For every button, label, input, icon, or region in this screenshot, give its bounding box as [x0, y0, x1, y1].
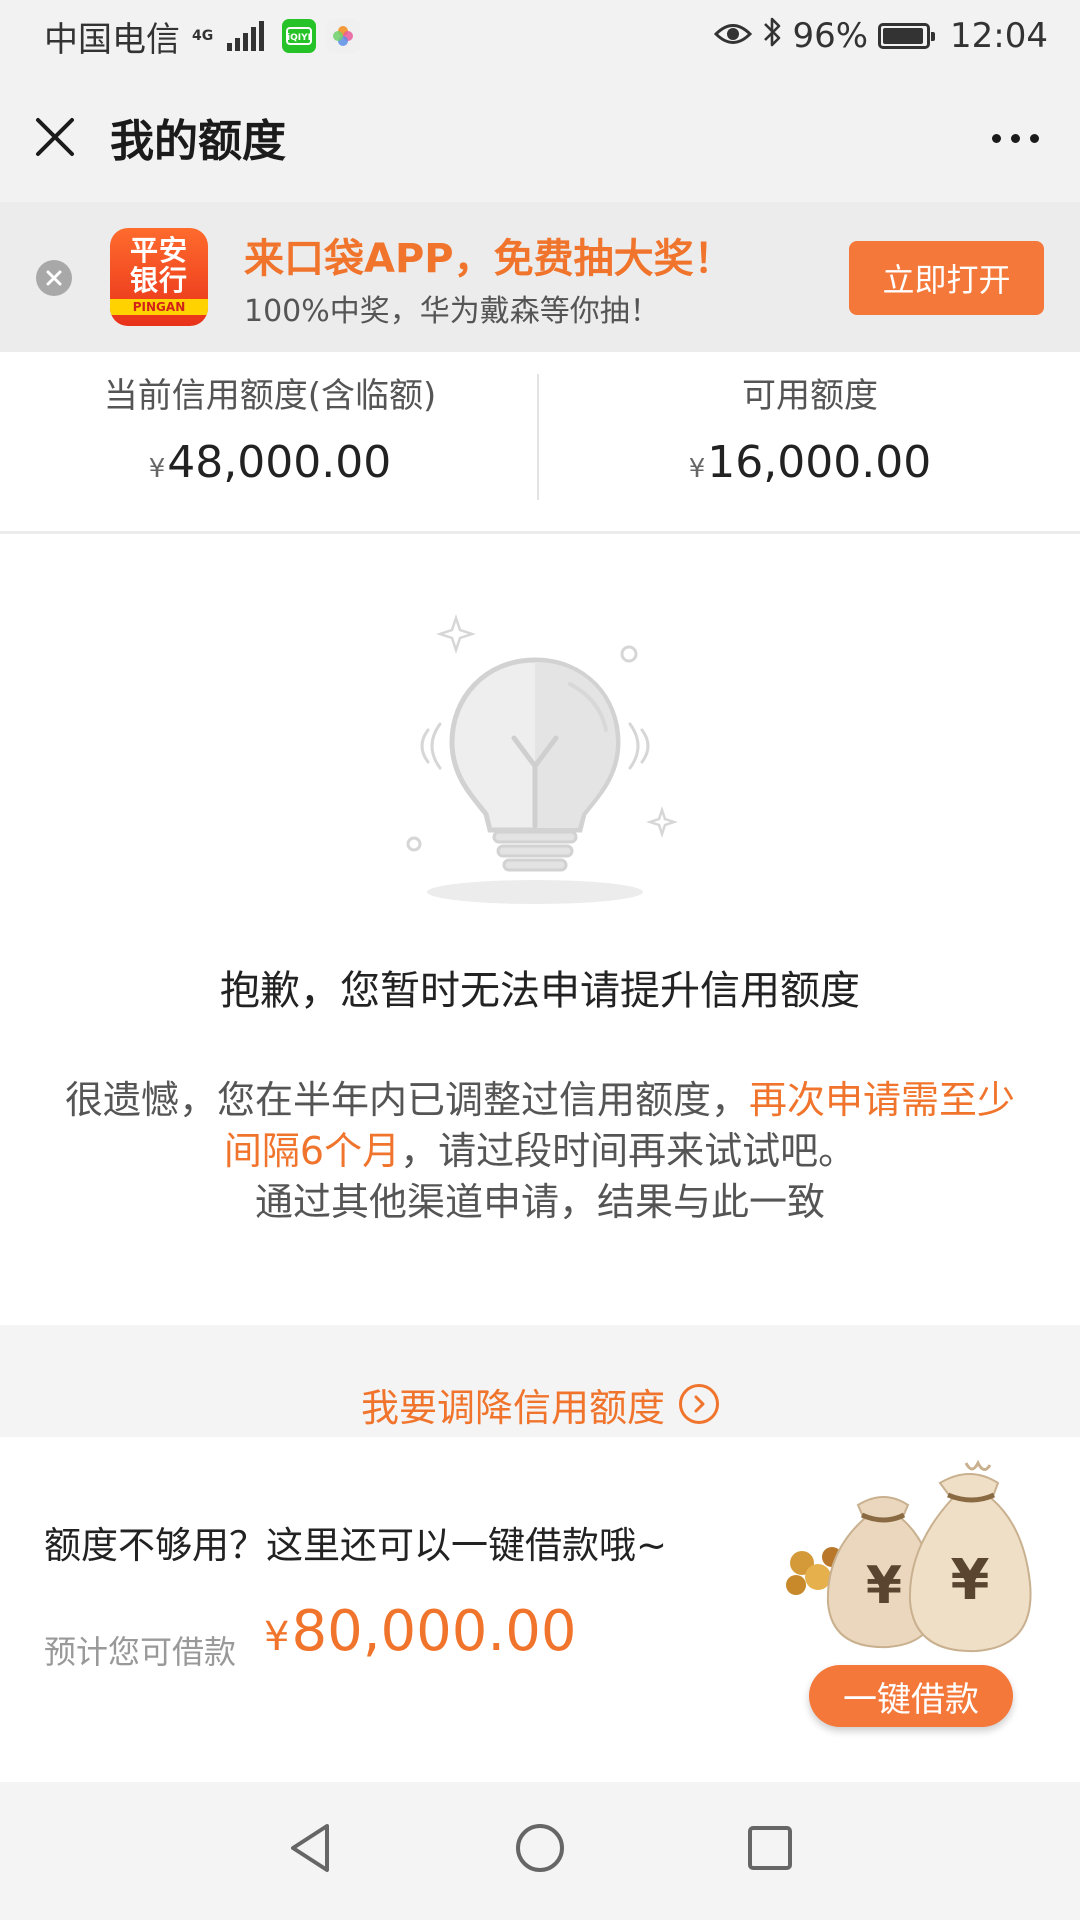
svg-text:¥: ¥	[951, 1548, 990, 1613]
eye-icon	[714, 16, 753, 56]
svg-text:iQIYI: iQIYI	[287, 33, 311, 43]
notice-title: 抱歉，您暂时无法申请提升信用额度	[220, 968, 860, 1014]
loan-question: 额度不够用？这里还可以一键借款哦~	[44, 1524, 668, 1567]
pingan-bank-logo: 平安 银行 PINGAN	[110, 228, 208, 326]
page-title: 我的额度	[110, 116, 286, 167]
recents-icon	[748, 1826, 792, 1870]
back-button[interactable]	[280, 1818, 340, 1878]
bluetooth-icon	[762, 15, 782, 58]
close-icon	[36, 118, 74, 156]
current-credit: 当前信用额度(含临额) ¥48,000.00	[0, 352, 540, 488]
battery-icon	[878, 23, 936, 49]
money-bags-icon: ¥ ¥	[780, 1453, 1056, 1683]
close-button[interactable]	[0, 72, 110, 202]
title-bar: 我的额度	[0, 72, 1080, 202]
credit-summary: 当前信用额度(含临额) ¥48,000.00 可用额度 ¥16,000.00	[0, 352, 1080, 534]
one-click-loan-button[interactable]: 一键借款	[809, 1665, 1013, 1727]
more-button[interactable]	[980, 108, 1050, 168]
notice-text: 很遗憾，您在半年内已调整过信用额度，再次申请需至少间隔6个月，请过段时间再来试试…	[64, 1078, 1016, 1224]
divider	[537, 374, 539, 500]
network-type: 4G	[192, 28, 214, 44]
close-icon	[46, 270, 62, 286]
lightbulb-illustration	[380, 600, 700, 920]
status-left: 中国电信 4G iQIYI	[44, 12, 361, 61]
available-credit-label: 可用额度	[742, 376, 878, 416]
battery-percent: 96%	[792, 16, 869, 56]
status-right: 96% 12:04	[714, 15, 1048, 58]
open-app-button[interactable]: 立即打开	[849, 241, 1044, 315]
more-icon	[991, 133, 1001, 143]
loan-card: 额度不够用？这里还可以一键借款哦~ 预计您可借款 ¥80,000.00 ¥ ¥ …	[0, 1437, 1080, 1782]
svg-text:¥: ¥	[866, 1556, 902, 1616]
reduce-credit-link[interactable]: 我要调降信用额度	[0, 1372, 1080, 1436]
banner-close-button[interactable]	[36, 260, 72, 296]
loan-amount: ¥80,000.00	[264, 1599, 577, 1664]
home-icon	[516, 1824, 564, 1872]
recents-button[interactable]	[740, 1818, 800, 1878]
loan-estimate-label: 预计您可借款	[44, 1633, 237, 1671]
photos-app-icon	[326, 19, 361, 53]
current-credit-label: 当前信用额度(含临额)	[103, 376, 437, 416]
back-icon	[291, 1824, 329, 1872]
system-nav-bar	[0, 1782, 1080, 1920]
available-credit-amount: ¥16,000.00	[688, 437, 932, 488]
available-credit: 可用额度 ¥16,000.00	[540, 352, 1080, 488]
chevron-right-icon	[679, 1384, 719, 1424]
clock: 12:04	[950, 16, 1048, 56]
signal-icon	[227, 21, 265, 51]
iqiyi-app-icon: iQIYI	[282, 19, 317, 53]
status-bar: 中国电信 4G iQIYI 96% 12:04	[0, 0, 1080, 72]
banner-title: 来口袋APP，免费抽大奖！	[244, 236, 734, 282]
carrier-name: 中国电信	[44, 19, 180, 60]
current-credit-amount: ¥48,000.00	[148, 437, 392, 488]
home-button[interactable]	[510, 1818, 570, 1878]
banner-subtitle: 100%中奖，华为戴森等你抽！	[244, 294, 660, 329]
reduce-credit-label: 我要调降信用额度	[360, 1385, 665, 1430]
